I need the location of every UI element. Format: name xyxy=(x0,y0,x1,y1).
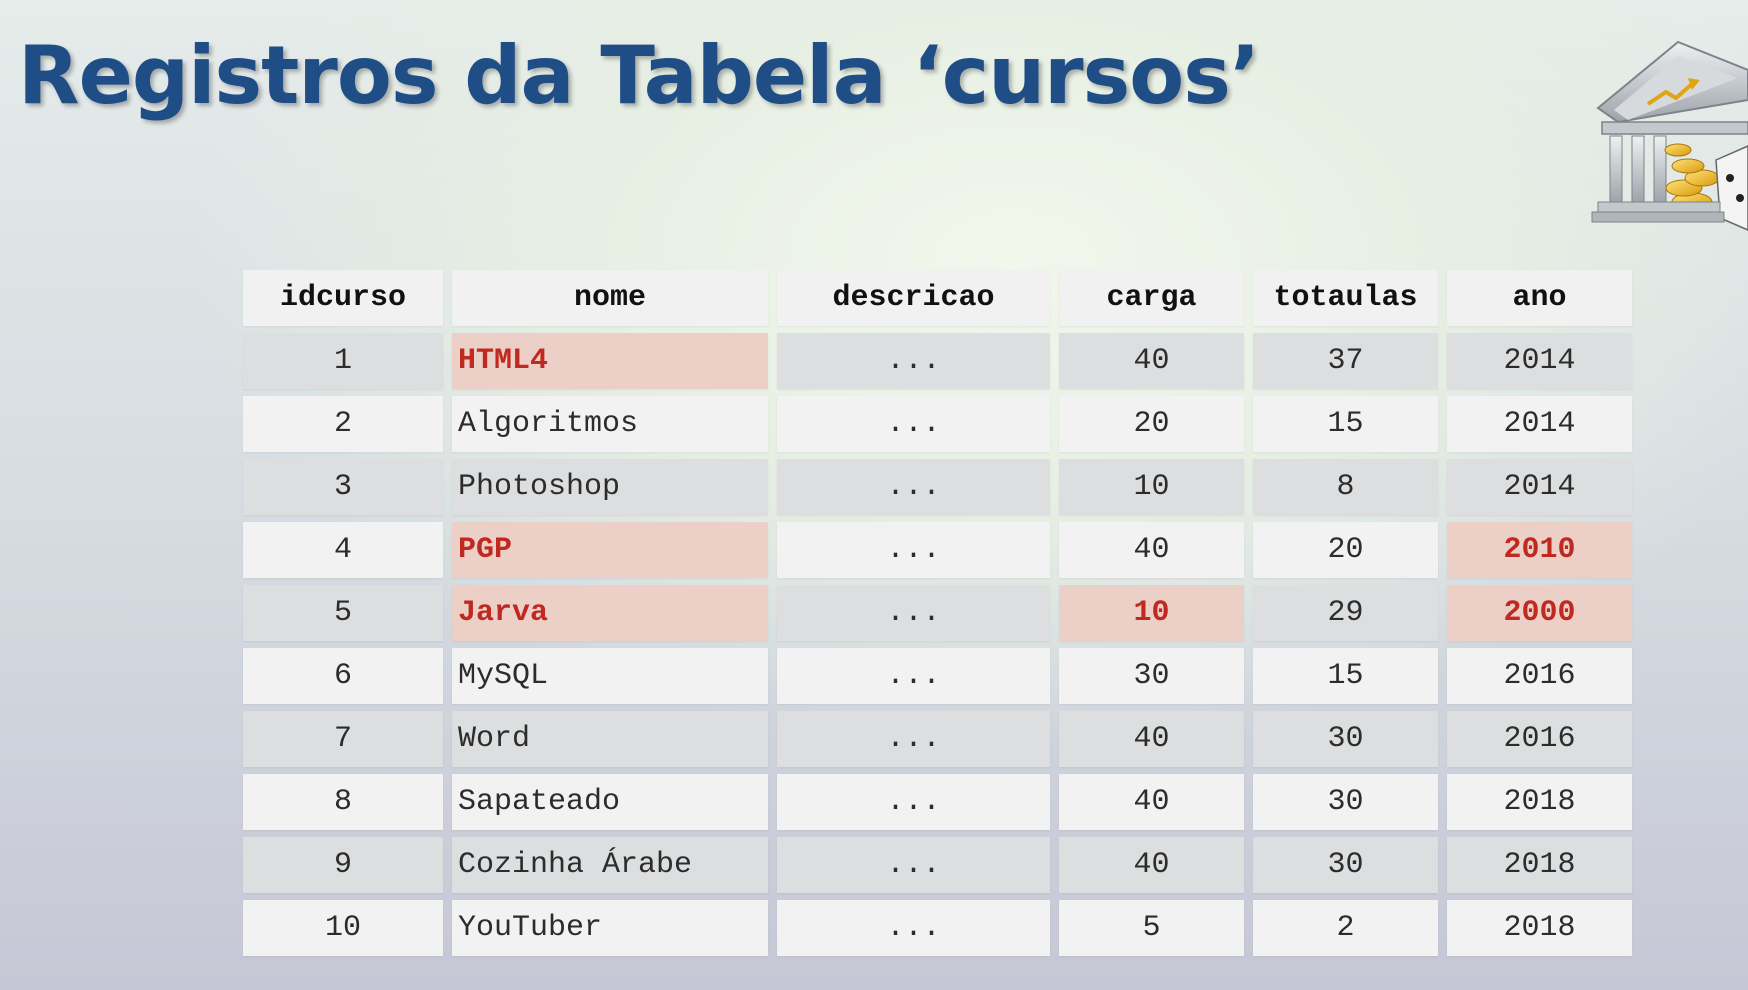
cell-descricao: ... xyxy=(777,648,1050,704)
cell-nome: Photoshop xyxy=(452,459,768,515)
cell-totaulas: 15 xyxy=(1253,396,1438,452)
cell-ano: 2018 xyxy=(1447,774,1632,830)
cell-nome: Jarva xyxy=(452,585,768,641)
table-row: 6 MySQL... 30 15 2016 xyxy=(243,648,1632,704)
cell-descricao: ... xyxy=(777,522,1050,578)
cell-descricao: ... xyxy=(777,333,1050,389)
cell-carga: 10 xyxy=(1059,459,1244,515)
cell-idcurso: 9 xyxy=(243,837,443,893)
cell-descricao: ... xyxy=(777,459,1050,515)
cell-ano: 2018 xyxy=(1447,837,1632,893)
cell-carga: 10 xyxy=(1059,585,1244,641)
table-row: 7 Word... 40 30 2016 xyxy=(243,711,1632,767)
cell-descricao: ... xyxy=(777,837,1050,893)
cell-idcurso: 6 xyxy=(243,648,443,704)
table-row: 3 Photoshop... 10 8 2014 xyxy=(243,459,1632,515)
cell-descricao: ... xyxy=(777,711,1050,767)
cell-idcurso: 7 xyxy=(243,711,443,767)
cell-nome: MySQL xyxy=(452,648,768,704)
table-row: 4 PGP... 40 20 2010 xyxy=(243,522,1632,578)
cell-nome: HTML4 xyxy=(452,333,768,389)
header-carga: carga xyxy=(1059,270,1244,326)
cell-nome: Sapateado xyxy=(452,774,768,830)
cell-nome: Word xyxy=(452,711,768,767)
header-idcurso: idcurso xyxy=(243,270,443,326)
table-header-row: idcurso nome descricao carga totaulas an… xyxy=(243,270,1632,326)
cell-totaulas: 30 xyxy=(1253,711,1438,767)
cell-descricao: ... xyxy=(777,585,1050,641)
cell-idcurso: 1 xyxy=(243,333,443,389)
cell-ano: 2014 xyxy=(1447,459,1632,515)
cell-totaulas: 30 xyxy=(1253,774,1438,830)
bank-logo-graphic xyxy=(1591,40,1748,231)
cell-ano: 2010 xyxy=(1447,522,1632,578)
cell-descricao: ... xyxy=(777,396,1050,452)
cell-nome: YouTuber xyxy=(452,900,768,956)
cell-ano: 2016 xyxy=(1447,711,1632,767)
cell-nome: Algoritmos xyxy=(452,396,768,452)
cursos-table-container: idcurso nome descricao carga totaulas an… xyxy=(243,270,1632,956)
cell-idcurso: 8 xyxy=(243,774,443,830)
cell-carga: 40 xyxy=(1059,522,1244,578)
table-row: 8 Sapateado... 40 30 2018 xyxy=(243,774,1632,830)
table-row: 9 Cozinha Árabe... 40 30 2018 xyxy=(243,837,1632,893)
table-body: 1 HTML4... 40 37 2014 2 Algoritmos... 20 15 2014 3… xyxy=(243,333,1632,956)
cell-totaulas: 20 xyxy=(1253,522,1438,578)
cell-totaulas: 2 xyxy=(1253,900,1438,956)
cell-carga: 30 xyxy=(1059,648,1244,704)
slide-title: Registros da Tabela ‘cursos’ xyxy=(18,29,1260,122)
cell-ano: 2018 xyxy=(1447,900,1632,956)
cell-idcurso: 10 xyxy=(243,900,443,956)
header-descricao: descricao xyxy=(777,270,1050,326)
cell-totaulas: 15 xyxy=(1253,648,1438,704)
cell-nome: Cozinha Árabe xyxy=(452,837,768,893)
cursos-table: idcurso nome descricao carga totaulas an… xyxy=(234,263,1641,963)
cell-totaulas: 37 xyxy=(1253,333,1438,389)
cell-ano: 2014 xyxy=(1447,333,1632,389)
cell-carga: 40 xyxy=(1059,837,1244,893)
table-row: 1 HTML4... 40 37 2014 xyxy=(243,333,1632,389)
cell-totaulas: 8 xyxy=(1253,459,1438,515)
header-totaulas: totaulas xyxy=(1253,270,1438,326)
header-nome: nome xyxy=(452,270,768,326)
cell-idcurso: 4 xyxy=(243,522,443,578)
table-row: 2 Algoritmos... 20 15 2014 xyxy=(243,396,1632,452)
table-row: 5 Jarva... 10 29 2000 xyxy=(243,585,1632,641)
cell-carga: 40 xyxy=(1059,711,1244,767)
header-ano: ano xyxy=(1447,270,1632,326)
table-row: 10 YouTuber... 5 2 2018 xyxy=(243,900,1632,956)
cell-carga: 40 xyxy=(1059,774,1244,830)
cell-carga: 5 xyxy=(1059,900,1244,956)
cell-ano: 2016 xyxy=(1447,648,1632,704)
cell-descricao: ... xyxy=(777,774,1050,830)
cell-totaulas: 30 xyxy=(1253,837,1438,893)
cell-idcurso: 5 xyxy=(243,585,443,641)
cell-carga: 20 xyxy=(1059,396,1244,452)
cell-totaulas: 29 xyxy=(1253,585,1438,641)
cell-carga: 40 xyxy=(1059,333,1244,389)
cell-ano: 2014 xyxy=(1447,396,1632,452)
cell-ano: 2000 xyxy=(1447,585,1632,641)
cell-idcurso: 3 xyxy=(243,459,443,515)
bank-building-icon xyxy=(1588,30,1748,240)
cell-idcurso: 2 xyxy=(243,396,443,452)
cell-nome: PGP xyxy=(452,522,768,578)
cell-descricao: ... xyxy=(777,900,1050,956)
